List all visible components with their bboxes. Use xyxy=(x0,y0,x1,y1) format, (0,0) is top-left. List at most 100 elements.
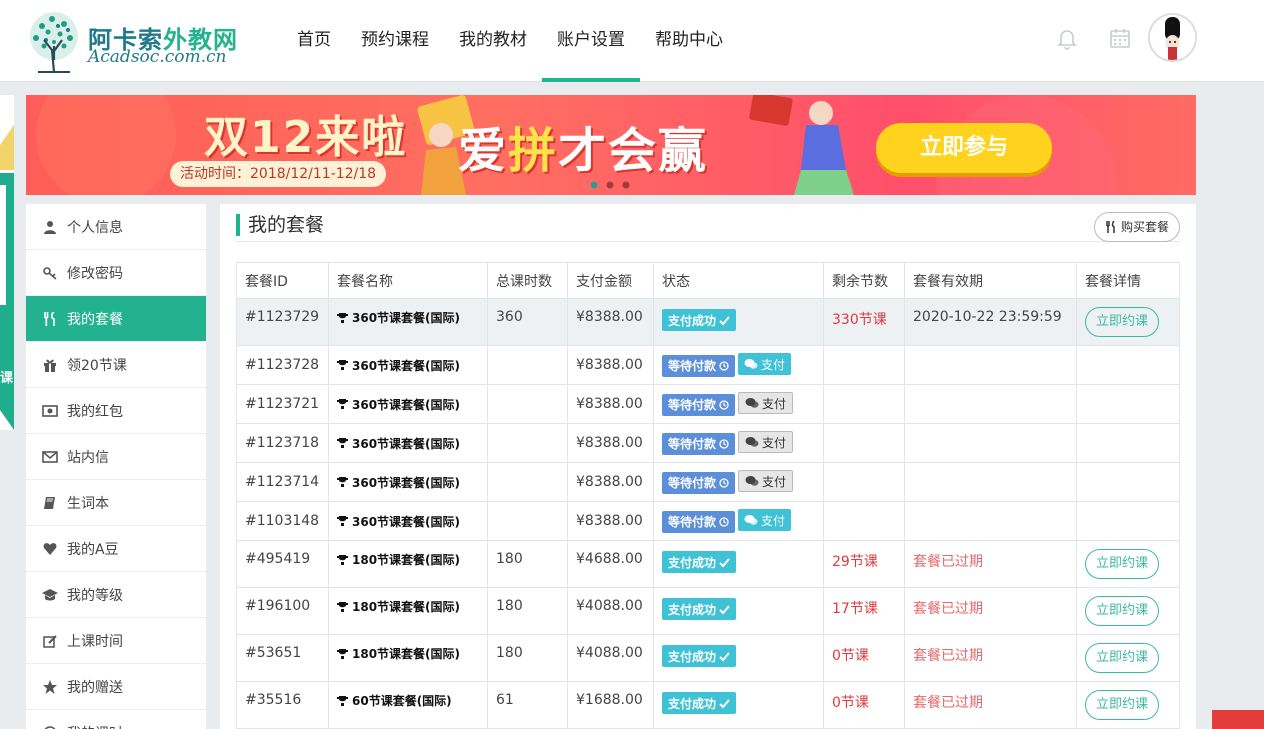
col-package-name: 套餐名称 xyxy=(328,262,488,299)
cell-validity: 套餐已过期 xyxy=(904,681,1077,729)
sidebar-item-label: 上课时间 xyxy=(67,633,123,650)
sidebar-item-11[interactable]: 我的课时 xyxy=(26,710,206,729)
promo-banner[interactable]: 双12来啦 活动时间：2018/12/11-12/18 爱拼才会赢 立即参与 xyxy=(26,95,1196,195)
banner-slogan-b: 拼 xyxy=(508,123,559,179)
pay-button[interactable]: 支付 xyxy=(738,470,794,493)
calendar-icon[interactable] xyxy=(1108,26,1132,50)
cell-details: 立即约课 xyxy=(1076,681,1180,729)
sidebar-item-0[interactable]: 个人信息 xyxy=(26,204,206,250)
package-name: 60节课套餐(国际) xyxy=(352,694,452,708)
cell-total: 180 xyxy=(487,587,568,635)
cell-remaining xyxy=(823,345,905,385)
sidebar-item-1[interactable]: 修改密码 xyxy=(26,250,206,296)
banner-slogan: 爱拼才会赢 xyxy=(458,111,708,181)
sidebar-item-3[interactable]: 领20节课 xyxy=(26,342,206,388)
cell-name: 180节课套餐(国际) xyxy=(328,634,488,682)
sidebar-item-label: 站内信 xyxy=(67,449,109,466)
sidebar-item-label: 我的课时 xyxy=(67,723,123,729)
sidebar-item-6[interactable]: 生词本 xyxy=(26,480,206,526)
status-badge: 支付成功 xyxy=(662,645,737,667)
nav-help-center[interactable]: 帮助中心 xyxy=(640,0,738,82)
cell-validity: 套餐已过期 xyxy=(904,587,1077,635)
wechat-icon xyxy=(745,397,759,409)
book-icon xyxy=(42,495,58,511)
logo-domain: Acadsoc.com.cn xyxy=(88,47,227,67)
package-name: 360节课套餐(国际) xyxy=(352,436,461,451)
sidebar-item-4[interactable]: 我的红包 xyxy=(26,388,206,434)
money-icon xyxy=(42,403,58,419)
col-total-lessons: 总课时数 xyxy=(487,262,568,299)
cell-remaining xyxy=(823,423,905,463)
cell-validity xyxy=(904,501,1077,541)
banner-cta-button[interactable]: 立即参与 xyxy=(876,123,1052,173)
bell-icon[interactable] xyxy=(1055,26,1079,50)
table-row: #1103148 360节课套餐(国际) ¥8388.00 等待付款 支付 xyxy=(236,501,1180,541)
cell-total: 360 xyxy=(487,298,568,346)
cell-amount: ¥8388.00 xyxy=(567,345,654,385)
sidebar-item-8[interactable]: 我的等级 xyxy=(26,572,206,618)
check-icon xyxy=(719,604,730,615)
nav-account-settings[interactable]: 账户设置 xyxy=(542,0,640,82)
cell-id: #1123714 xyxy=(236,462,329,502)
status-text: 支付成功 xyxy=(668,555,717,570)
status-badge: 支付成功 xyxy=(662,598,737,620)
floating-corner-widget[interactable] xyxy=(1212,710,1264,729)
status-badge: 支付成功 xyxy=(662,551,737,573)
cell-details: 立即约课 xyxy=(1076,298,1180,346)
pay-button[interactable]: 支付 xyxy=(738,509,792,532)
book-lesson-button[interactable]: 立即约课 xyxy=(1085,690,1160,720)
col-details: 套餐详情 xyxy=(1076,262,1180,299)
avatar[interactable] xyxy=(1148,13,1197,62)
pay-button[interactable]: 支付 xyxy=(738,392,794,415)
top-header: 阿卡索外教网 Acadsoc.com.cn 首页 预约课程 我的教材 账户设置 … xyxy=(0,0,1264,82)
pay-button[interactable]: 支付 xyxy=(738,431,794,454)
pay-label: 支付 xyxy=(762,435,787,450)
cell-id: #53651 xyxy=(236,634,329,682)
title-divider xyxy=(236,241,1180,242)
book-lesson-button[interactable]: 立即约课 xyxy=(1085,307,1160,337)
clock-icon xyxy=(719,478,729,488)
utensils-icon xyxy=(42,311,58,327)
logo-tree-icon[interactable] xyxy=(24,10,84,74)
buy-package-button[interactable]: 购买套餐 xyxy=(1093,212,1180,242)
sidebar-item-label: 领20节课 xyxy=(67,357,127,374)
pay-button[interactable]: 支付 xyxy=(738,353,792,376)
sidebar-item-10[interactable]: 我的赠送 xyxy=(26,664,206,710)
cell-status: 支付成功 xyxy=(653,540,824,588)
book-lesson-button[interactable]: 立即约课 xyxy=(1085,549,1160,579)
sidebar-item-5[interactable]: 站内信 xyxy=(26,434,206,480)
check-icon xyxy=(719,698,730,709)
cell-details: 立即约课 xyxy=(1076,634,1180,682)
cell-remaining: 0节课 xyxy=(823,681,905,729)
col-package-id: 套餐ID xyxy=(236,262,329,299)
cell-name: 360节课套餐(国际) xyxy=(328,501,488,541)
sidebar-item-7[interactable]: 我的A豆 xyxy=(26,526,206,572)
trophy-icon xyxy=(337,554,348,565)
cell-amount: ¥8388.00 xyxy=(567,384,654,424)
pay-label: 支付 xyxy=(761,513,786,528)
clock-icon xyxy=(719,400,729,410)
cell-remaining: 330节课 xyxy=(823,298,905,346)
banner-slogan-c: 才会赢 xyxy=(558,123,709,179)
book-lesson-button[interactable]: 立即约课 xyxy=(1085,643,1160,673)
cell-status: 支付成功 xyxy=(653,587,824,635)
status-badge: 等待付款 xyxy=(662,510,736,533)
sidebar-item-2[interactable]: 我的套餐 xyxy=(26,296,206,342)
pay-label: 支付 xyxy=(761,357,786,372)
nav-materials[interactable]: 我的教材 xyxy=(444,0,542,82)
table-row: #495419 180节课套餐(国际) 180 ¥4688.00 支付成功 29节课 套餐已… xyxy=(236,540,1180,588)
cell-validity: 套餐已过期 xyxy=(904,634,1077,682)
nav-home[interactable]: 首页 xyxy=(282,0,346,82)
nav-book-course[interactable]: 预约课程 xyxy=(346,0,444,82)
key-icon xyxy=(42,265,58,281)
col-status: 状态 xyxy=(653,262,824,299)
sidebar-item-9[interactable]: 上课时间 xyxy=(26,618,206,664)
cell-status: 等待付款 支付 xyxy=(653,423,824,463)
cell-name: 360节课套餐(国际) xyxy=(328,423,488,463)
package-name: 360节课套餐(国际) xyxy=(352,397,461,412)
pay-label: 支付 xyxy=(762,396,787,411)
book-lesson-button[interactable]: 立即约课 xyxy=(1085,596,1160,626)
col-amount: 支付金额 xyxy=(567,262,654,299)
cell-amount: ¥8388.00 xyxy=(567,501,654,541)
table-row: #1123728 360节课套餐(国际) ¥8388.00 等待付款 支付 xyxy=(236,345,1180,385)
